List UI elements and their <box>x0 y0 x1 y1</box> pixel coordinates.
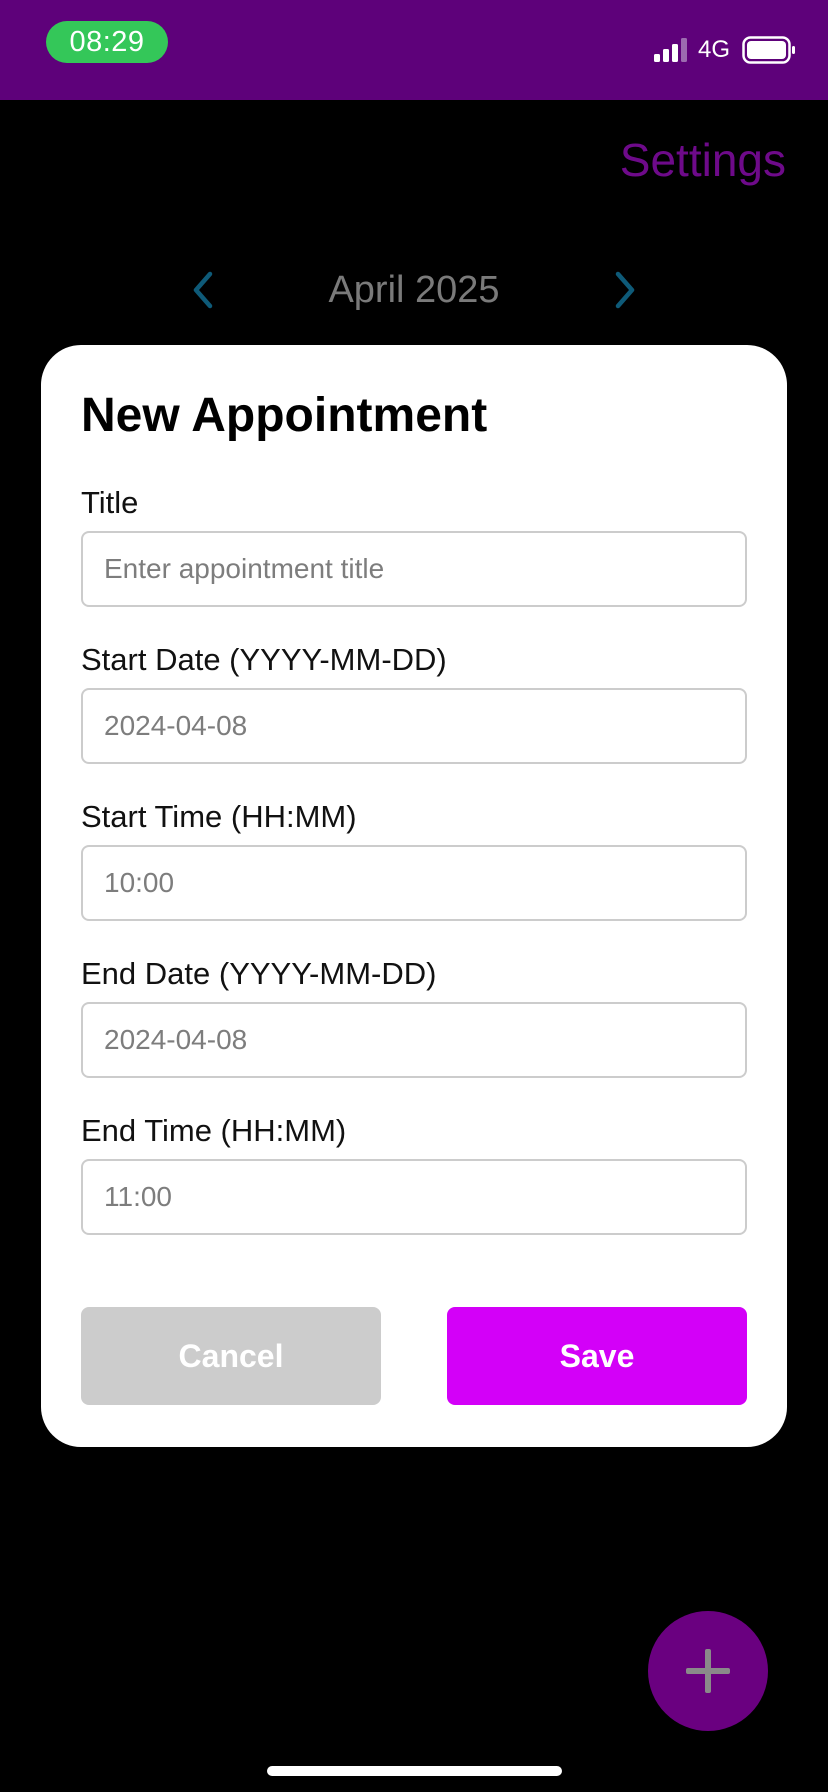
cellular-signal-icon <box>654 38 687 62</box>
end-date-input[interactable] <box>81 1002 747 1078</box>
end-time-label: End Time (HH:MM) <box>81 1113 347 1148</box>
chevron-right-icon[interactable] <box>610 268 640 312</box>
new-appointment-modal: New Appointment Title Start Date (YYYY-M… <box>41 345 787 1447</box>
start-date-input[interactable] <box>81 688 747 764</box>
save-button[interactable]: Save <box>447 1307 747 1405</box>
month-title: April 2025 <box>328 269 500 311</box>
battery-icon <box>742 36 795 64</box>
start-date-label: Start Date (YYYY-MM-DD) <box>81 642 447 677</box>
title-input[interactable] <box>81 531 747 607</box>
end-time-input[interactable] <box>81 1159 747 1235</box>
start-time-input[interactable] <box>81 845 747 921</box>
network-type: 4G <box>698 36 731 63</box>
status-time: 08:29 <box>46 21 168 63</box>
plus-icon <box>686 1649 730 1693</box>
home-indicator[interactable] <box>267 1766 562 1776</box>
status-bar: 08:29 4G <box>0 0 828 100</box>
title-label: Title <box>81 485 139 520</box>
settings-link[interactable]: Settings <box>620 132 786 188</box>
add-appointment-button[interactable] <box>648 1611 768 1731</box>
start-time-label: Start Time (HH:MM) <box>81 799 357 834</box>
modal-title: New Appointment <box>81 389 488 442</box>
end-date-label: End Date (YYYY-MM-DD) <box>81 956 437 991</box>
cancel-button[interactable]: Cancel <box>81 1307 381 1405</box>
month-navigation: April 2025 <box>0 262 828 318</box>
